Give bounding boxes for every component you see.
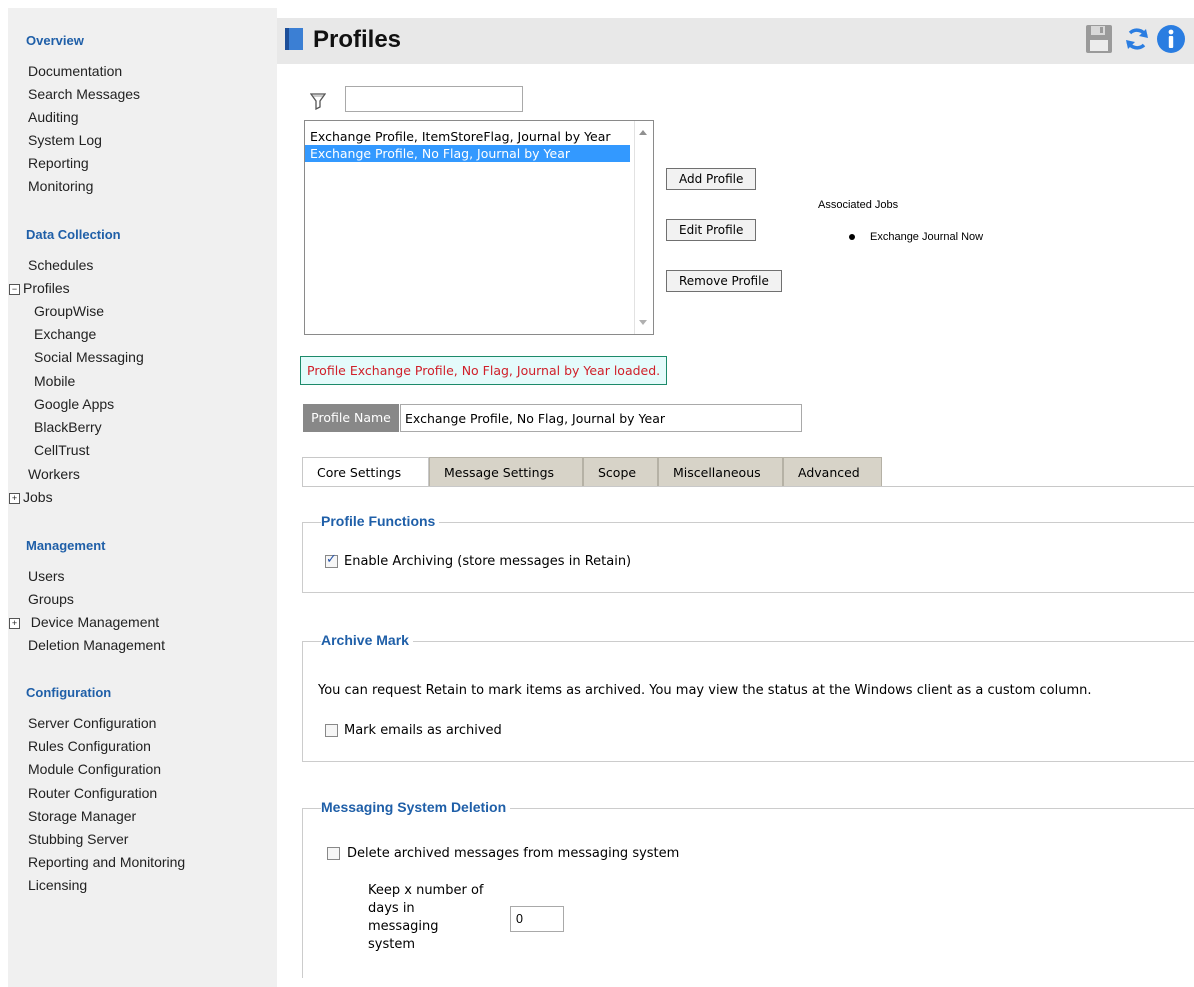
profiles-icon — [285, 28, 303, 50]
sidebar-item-workers[interactable]: Workers — [28, 466, 80, 482]
sidebar-item-profiles-label: Profiles — [23, 280, 70, 296]
remove-profile-button[interactable]: Remove Profile — [666, 270, 782, 292]
sidebar-item-schedules[interactable]: Schedules — [28, 257, 93, 273]
section-border — [302, 641, 1194, 642]
sidebar-item-auditing[interactable]: Auditing — [28, 109, 79, 125]
sidebar-section-overview[interactable]: Overview — [26, 33, 84, 48]
sidebar-item-stubbing-server[interactable]: Stubbing Server — [28, 831, 128, 847]
sidebar-item-device-management[interactable]: + Device Management — [9, 614, 159, 630]
tab-miscellaneous[interactable]: Miscellaneous — [658, 457, 783, 486]
sidebar-item-google-apps[interactable]: Google Apps — [34, 396, 114, 412]
sidebar-item-groups[interactable]: Groups — [28, 591, 74, 607]
section-border — [302, 592, 1194, 593]
sidebar-item-jobs-label: Jobs — [23, 489, 53, 505]
sidebar-item-licensing[interactable]: Licensing — [28, 877, 87, 893]
sidebar-item-mobile[interactable]: Mobile — [34, 373, 75, 389]
sidebar-item-exchange[interactable]: Exchange — [34, 326, 96, 342]
enable-archiving-checkbox[interactable] — [325, 552, 338, 568]
sidebar-item-reporting[interactable]: Reporting — [28, 155, 89, 171]
bullet-icon — [849, 234, 855, 240]
sidebar-item-storage-manager[interactable]: Storage Manager — [28, 808, 136, 824]
keep-days-input[interactable] — [510, 906, 564, 932]
profile-name-label: Profile Name — [303, 404, 399, 432]
section-border — [302, 522, 303, 592]
profile-name-input[interactable] — [400, 404, 802, 432]
save-icon[interactable] — [1085, 24, 1113, 54]
mark-archived-checkbox[interactable] — [325, 724, 338, 737]
scroll-up-icon[interactable] — [639, 130, 647, 135]
tab-core-settings[interactable]: Core Settings — [302, 457, 429, 486]
keep-days-label: Keep x number of days in messaging syste… — [368, 883, 484, 952]
profile-listbox[interactable]: Exchange Profile, ItemStoreFlag, Journal… — [304, 120, 654, 335]
sidebar-item-blackberry[interactable]: BlackBerry — [34, 419, 102, 435]
tab-advanced[interactable]: Advanced — [783, 457, 882, 486]
archive-mark-description: You can request Retain to mark items as … — [318, 683, 1092, 698]
expand-icon[interactable]: + — [9, 617, 20, 629]
sidebar-item-rules-configuration[interactable]: Rules Configuration — [28, 738, 151, 754]
status-message: Profile Exchange Profile, No Flag, Journ… — [300, 356, 668, 385]
tab-message-settings[interactable]: Message Settings — [429, 457, 583, 486]
sidebar-item-deletion-management[interactable]: Deletion Management — [28, 637, 165, 653]
sidebar-item-users[interactable]: Users — [28, 568, 65, 584]
sidebar-item-module-configuration[interactable]: Module Configuration — [28, 761, 161, 777]
sidebar-item-reporting-and-monitoring[interactable]: Reporting and Monitoring — [28, 854, 185, 870]
info-icon[interactable] — [1156, 24, 1186, 54]
sidebar-item-monitoring[interactable]: Monitoring — [28, 178, 93, 194]
profile-functions-legend: Profile Functions — [321, 513, 440, 529]
page-title: Profiles — [313, 26, 402, 53]
sidebar-item-documentation[interactable]: Documentation — [28, 63, 122, 79]
filter-icon — [310, 93, 326, 110]
sidebar-section-management[interactable]: Management — [26, 538, 105, 553]
list-item-selected[interactable]: Exchange Profile, No Flag, Journal by Ye… — [305, 145, 630, 162]
associated-jobs-label: Associated Jobs — [818, 199, 899, 211]
sidebar-item-social-messaging[interactable]: Social Messaging — [34, 349, 144, 365]
enable-archiving-label[interactable]: Enable Archiving (store messages in Reta… — [344, 554, 631, 569]
collapse-icon[interactable]: − — [9, 283, 20, 295]
refresh-icon[interactable] — [1122, 24, 1152, 54]
sidebar-section-configuration[interactable]: Configuration — [26, 685, 111, 700]
sidebar-item-jobs[interactable]: + Jobs — [9, 489, 53, 505]
section-border — [302, 808, 303, 978]
delete-archived-checkbox[interactable] — [327, 847, 340, 860]
list-item[interactable]: Exchange Profile, ItemStoreFlag, Journal… — [305, 128, 630, 145]
section-border — [302, 641, 303, 761]
associated-job-item[interactable]: Exchange Journal Now — [870, 231, 983, 243]
expand-icon[interactable]: + — [9, 492, 20, 504]
messaging-deletion-legend: Messaging System Deletion — [321, 799, 511, 815]
archive-mark-legend: Archive Mark — [321, 632, 413, 648]
sidebar-item-groupwise[interactable]: GroupWise — [34, 303, 104, 319]
listbox-scrollbar[interactable] — [634, 121, 653, 334]
section-border — [302, 761, 1194, 762]
sidebar-item-search-messages[interactable]: Search Messages — [28, 86, 140, 102]
sidebar-item-celltrust[interactable]: CellTrust — [34, 442, 90, 458]
edit-profile-button[interactable]: Edit Profile — [666, 219, 757, 241]
add-profile-button[interactable]: Add Profile — [666, 168, 757, 190]
sidebar-item-router-configuration[interactable]: Router Configuration — [28, 785, 157, 801]
sidebar-item-server-configuration[interactable]: Server Configuration — [28, 715, 156, 731]
delete-archived-label[interactable]: Delete archived messages from messaging … — [347, 846, 679, 861]
sidebar-item-device-management-label: Device Management — [30, 614, 160, 630]
scroll-down-icon[interactable] — [639, 320, 647, 325]
sidebar-item-system-log[interactable]: System Log — [28, 132, 102, 148]
tab-scope[interactable]: Scope — [583, 457, 658, 486]
tab-divider — [302, 486, 1194, 487]
mark-archived-label[interactable]: Mark emails as archived — [344, 723, 502, 738]
filter-input[interactable] — [345, 86, 523, 112]
sidebar-item-profiles[interactable]: − Profiles — [9, 280, 70, 296]
page-header: Profiles — [277, 18, 1194, 64]
sidebar-section-data-collection[interactable]: Data Collection — [26, 227, 121, 242]
